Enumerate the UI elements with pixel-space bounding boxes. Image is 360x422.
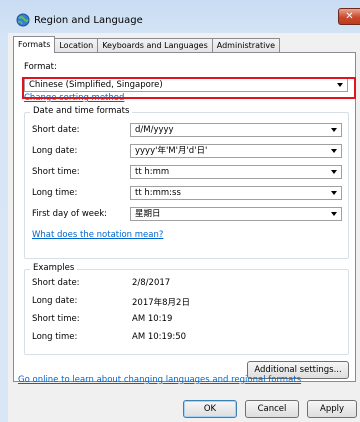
chevron-down-icon	[331, 212, 337, 216]
example-long-date-label: Long date:	[32, 296, 78, 306]
short-date-value: d/M/yyyy	[135, 125, 174, 135]
cancel-button[interactable]: Cancel	[245, 400, 299, 418]
examples-group-title: Examples	[30, 263, 78, 273]
tab-keyboards-languages[interactable]: Keyboards and Languages	[97, 38, 213, 53]
examples-group: Examples Short date: 2/8/2017 Long date:…	[24, 263, 349, 355]
example-short-date-value: 2/8/2017	[132, 278, 171, 288]
window-title: Region and Language	[34, 15, 143, 26]
first-day-value: 星期日	[135, 209, 161, 219]
chevron-down-icon	[331, 170, 337, 174]
long-date-value: yyyy'年'M'月'd'日'	[135, 146, 208, 156]
long-date-label: Long date:	[32, 146, 78, 156]
date-time-group-title: Date and time formats	[30, 106, 133, 116]
example-short-time-label: Short time:	[32, 314, 80, 324]
short-date-dropdown[interactable]: d/M/yyyy	[130, 123, 342, 137]
example-short-time-value: AM 10:19	[132, 314, 173, 324]
example-long-time-value: AM 10:19:50	[132, 332, 187, 342]
first-day-label: First day of week:	[32, 209, 108, 219]
short-date-label: Short date:	[32, 125, 80, 135]
notation-link[interactable]: What does the notation mean?	[32, 230, 163, 240]
format-label: Format:	[24, 62, 57, 72]
region-language-window: Region and Language ✕ Formats Location K…	[0, 0, 360, 422]
short-time-value: tt h:mm	[135, 167, 170, 177]
example-short-date-label: Short date:	[32, 278, 80, 288]
date-time-formats-group: Date and time formats Short date: d/M/yy…	[24, 106, 349, 259]
long-time-label: Long time:	[32, 188, 78, 198]
long-time-dropdown[interactable]: tt h:mm:ss	[130, 186, 342, 200]
title-bar[interactable]: Region and Language ✕	[0, 0, 360, 33]
chevron-down-icon	[331, 149, 337, 153]
short-time-dropdown[interactable]: tt h:mm	[130, 165, 342, 179]
close-button[interactable]: ✕	[338, 8, 360, 25]
tab-strip: Formats Location Keyboards and Languages…	[13, 36, 280, 53]
long-time-value: tt h:mm:ss	[135, 188, 181, 198]
tab-formats[interactable]: Formats	[13, 36, 56, 53]
chevron-down-icon	[331, 128, 337, 132]
go-online-link[interactable]: Go online to learn about changing langua…	[18, 375, 301, 385]
long-date-dropdown[interactable]: yyyy'年'M'月'd'日'	[130, 144, 342, 158]
example-long-date-value: 2017年8月2日	[132, 298, 190, 308]
formats-panel: Format: Chinese (Simplified, Singapore) …	[13, 52, 356, 382]
ok-button[interactable]: OK	[183, 400, 237, 418]
chevron-down-icon	[331, 191, 337, 195]
tab-location[interactable]: Location	[54, 38, 99, 53]
apply-button[interactable]: Apply	[307, 400, 357, 418]
short-time-label: Short time:	[32, 167, 80, 177]
example-long-time-label: Long time:	[32, 332, 78, 342]
globe-clock-icon	[16, 13, 30, 27]
tab-administrative[interactable]: Administrative	[211, 38, 280, 53]
first-day-dropdown[interactable]: 星期日	[130, 207, 342, 221]
format-highlight-box	[22, 77, 356, 99]
